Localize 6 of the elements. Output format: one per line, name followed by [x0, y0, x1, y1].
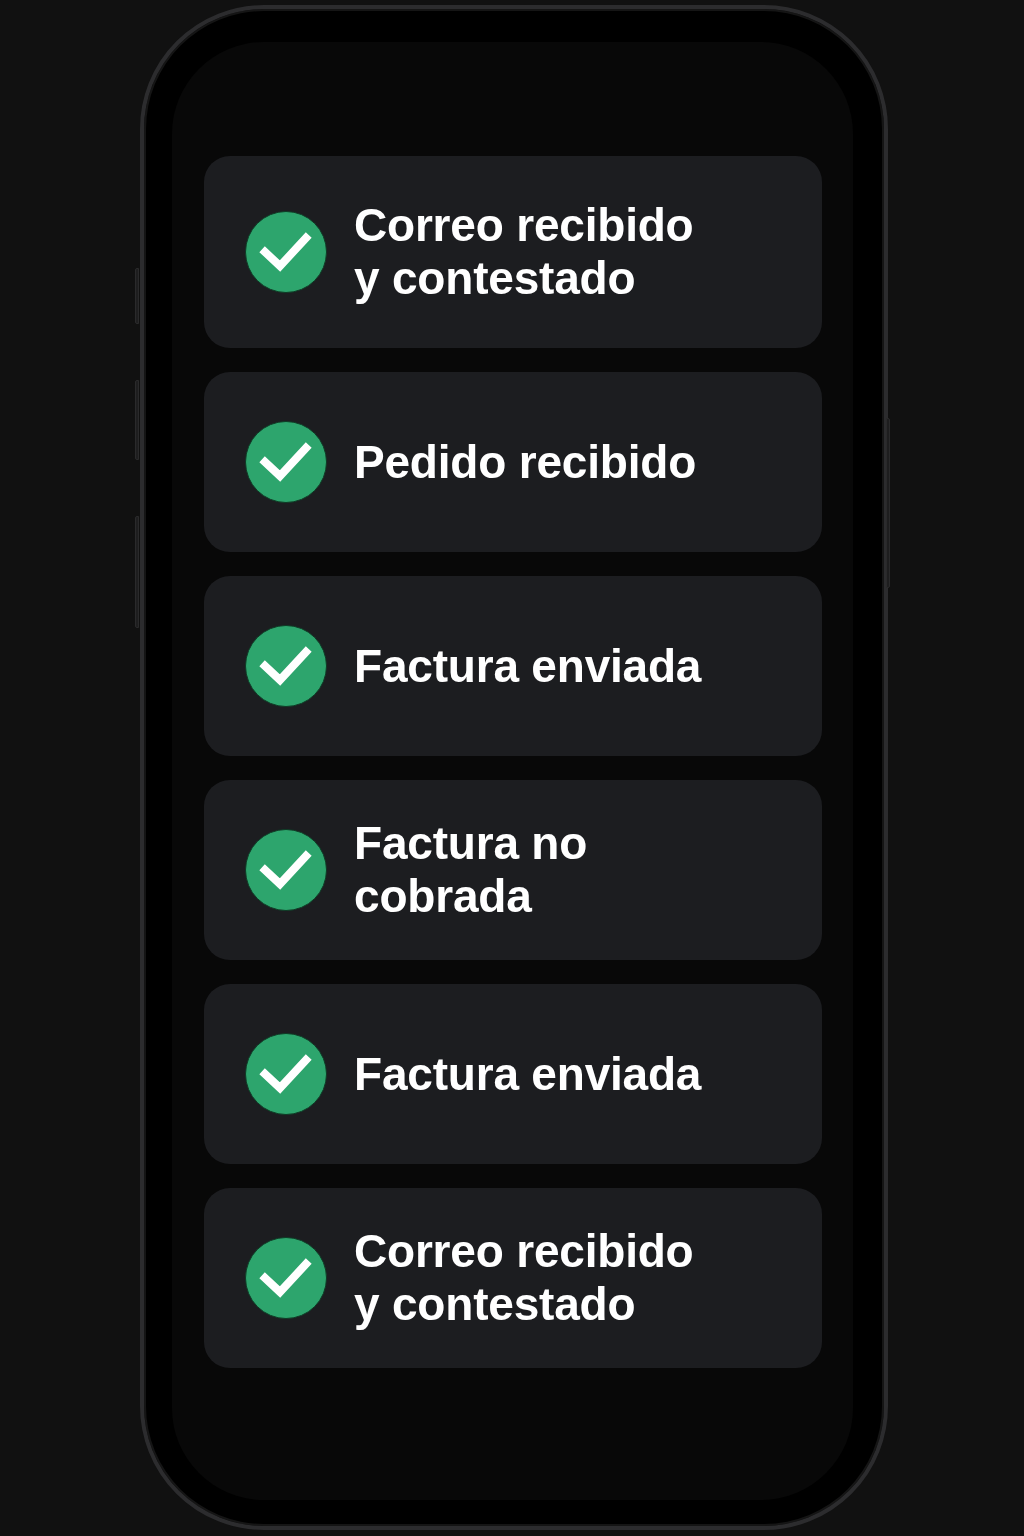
status-label: Factura enviada — [354, 639, 702, 693]
status-label: Factura no cobrada — [354, 817, 589, 923]
status-label: Correo recibido y contestado — [354, 1225, 695, 1331]
status-label: Factura enviada — [354, 1047, 702, 1101]
status-label: Correo recibido y contestado — [354, 199, 695, 305]
status-label: Pedido recibido — [354, 435, 697, 489]
